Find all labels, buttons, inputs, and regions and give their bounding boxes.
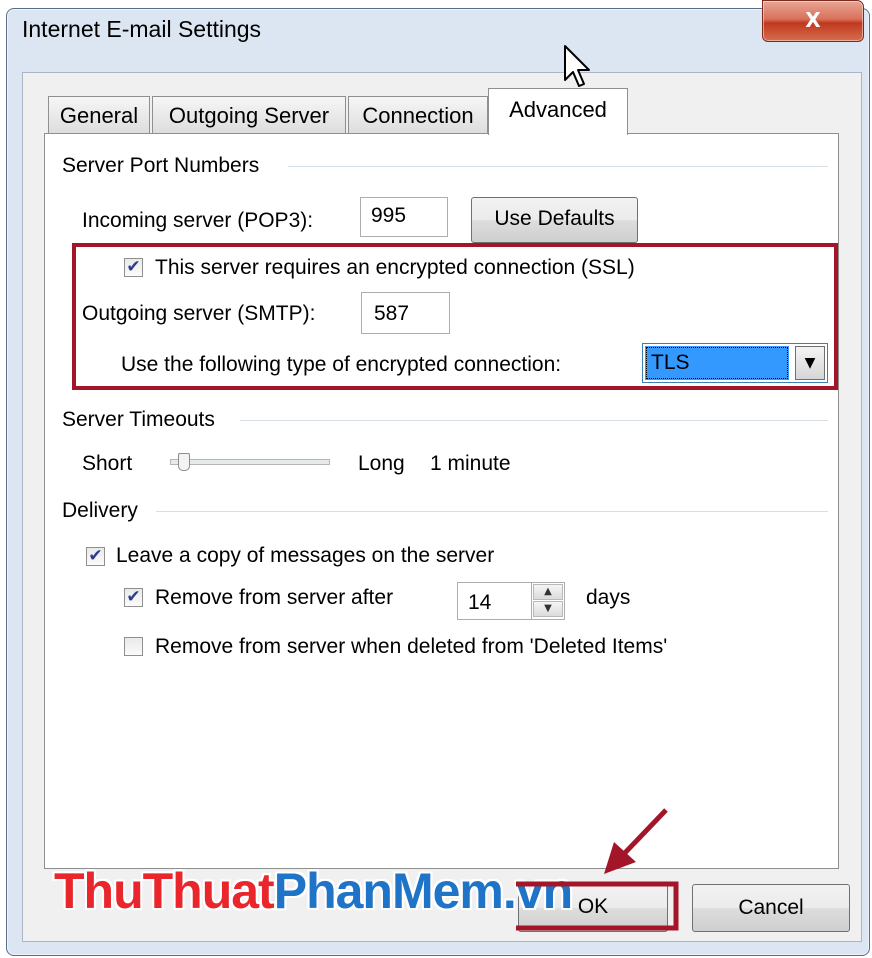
remove-after-checkbox[interactable]: ✔ bbox=[124, 588, 143, 607]
timeout-slider-thumb[interactable] bbox=[178, 453, 190, 471]
group-label-server-timeouts: Server Timeouts bbox=[62, 408, 215, 431]
group-label-server-port-numbers: Server Port Numbers bbox=[62, 154, 260, 177]
highlight-box-encryption bbox=[72, 243, 838, 390]
use-defaults-button[interactable]: Use Defaults bbox=[471, 197, 638, 243]
timeout-short-label: Short bbox=[82, 452, 133, 475]
timeout-value-text: 1 minute bbox=[430, 452, 511, 475]
timeout-slider-track[interactable] bbox=[170, 459, 330, 465]
tab-general[interactable]: General bbox=[48, 96, 150, 135]
spin-up-icon[interactable]: ▲ bbox=[533, 584, 563, 600]
watermark-part1: ThuThuat bbox=[54, 863, 275, 919]
checkmark-icon: ✔ bbox=[88, 546, 103, 566]
tab-connection[interactable]: Connection bbox=[348, 96, 488, 135]
days-label: days bbox=[586, 586, 631, 609]
timeout-long-label: Long bbox=[358, 452, 405, 475]
checkmark-icon: ✔ bbox=[126, 587, 141, 607]
days-spinner[interactable]: ▲ ▼ bbox=[531, 582, 565, 620]
mouse-cursor-icon bbox=[564, 45, 590, 87]
annotation-arrow-icon bbox=[516, 808, 679, 931]
group-label-delivery: Delivery bbox=[62, 499, 138, 522]
group-divider bbox=[156, 511, 828, 512]
incoming-port-input[interactable]: 995 bbox=[360, 197, 448, 237]
remove-after-days-input[interactable]: 14 bbox=[457, 582, 533, 620]
watermark-logo: ThuThuatPhanMem.vn bbox=[54, 862, 573, 920]
watermark-part2: PhanMem bbox=[273, 863, 504, 919]
tab-advanced[interactable]: Advanced bbox=[488, 88, 628, 135]
remove-deleted-checkbox[interactable] bbox=[124, 637, 143, 656]
cancel-button[interactable]: Cancel bbox=[692, 884, 850, 932]
tab-outgoing-server[interactable]: Outgoing Server bbox=[152, 96, 346, 135]
leave-copy-checkbox[interactable]: ✔ bbox=[86, 547, 105, 566]
close-icon: X bbox=[805, 8, 821, 32]
remove-after-label: Remove from server after bbox=[155, 586, 394, 609]
spin-down-icon[interactable]: ▼ bbox=[533, 601, 563, 617]
group-divider bbox=[288, 166, 828, 167]
remove-deleted-label: Remove from server when deleted from 'De… bbox=[155, 635, 668, 658]
leave-copy-label: Leave a copy of messages on the server bbox=[116, 544, 495, 567]
window-title: Internet E-mail Settings bbox=[22, 16, 262, 42]
close-button[interactable]: X bbox=[762, 0, 864, 42]
incoming-server-label: Incoming server (POP3): bbox=[82, 209, 314, 232]
group-divider bbox=[240, 420, 828, 421]
